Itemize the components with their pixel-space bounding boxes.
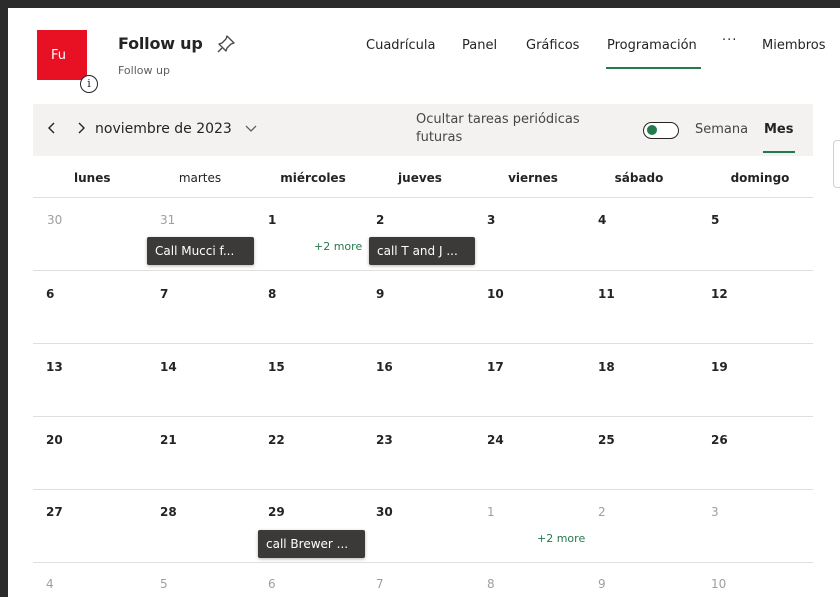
- day-cell[interactable]: 20: [46, 433, 63, 447]
- day-cell[interactable]: 29: [268, 505, 285, 519]
- tab-programacion[interactable]: Programación: [607, 38, 697, 53]
- day-cell[interactable]: 26: [711, 433, 728, 447]
- day-cell[interactable]: 9: [376, 287, 384, 301]
- day-cell[interactable]: 2: [376, 213, 384, 227]
- plan-avatar-initials: Fu: [51, 47, 67, 63]
- plan-subtitle: Follow up: [118, 64, 170, 77]
- week-divider: [33, 197, 813, 198]
- weekday-header: sábado: [614, 171, 664, 185]
- day-cell[interactable]: 6: [46, 287, 54, 301]
- pin-icon[interactable]: [216, 34, 236, 54]
- day-cell[interactable]: 5: [711, 213, 719, 227]
- task-chip[interactable]: Call Mucci f...: [147, 237, 254, 265]
- tab-cuadricula[interactable]: Cuadrícula: [366, 38, 435, 53]
- active-tab-indicator: [606, 67, 701, 69]
- day-cell[interactable]: 24: [487, 433, 504, 447]
- day-cell[interactable]: 11: [598, 287, 615, 301]
- day-cell[interactable]: 1: [487, 505, 495, 519]
- previous-month-icon[interactable]: [45, 120, 59, 136]
- day-cell[interactable]: 31: [160, 213, 175, 227]
- day-cell[interactable]: 10: [711, 577, 726, 591]
- day-cell[interactable]: 4: [598, 213, 606, 227]
- day-cell[interactable]: 15: [268, 360, 285, 374]
- view-week-button[interactable]: Semana: [695, 122, 748, 137]
- day-cell[interactable]: 16: [376, 360, 393, 374]
- chevron-down-icon: [245, 125, 257, 132]
- tab-graficos[interactable]: Gráficos: [526, 38, 579, 53]
- window-frame-top: [0, 0, 840, 8]
- month-selector[interactable]: noviembre de 2023: [95, 121, 258, 137]
- day-cell[interactable]: 1: [268, 213, 276, 227]
- day-cell[interactable]: 30: [47, 213, 62, 227]
- weekday-header: martes: [178, 171, 222, 185]
- day-cell[interactable]: 6: [268, 577, 276, 591]
- day-cell[interactable]: 28: [160, 505, 177, 519]
- weekday-header: jueves: [398, 171, 442, 185]
- more-tabs-button[interactable]: ···: [722, 33, 737, 48]
- week-divider: [33, 416, 813, 417]
- day-cell[interactable]: 7: [376, 577, 384, 591]
- day-cell[interactable]: 7: [160, 287, 168, 301]
- more-tasks-link[interactable]: +2 more: [314, 240, 362, 253]
- day-cell[interactable]: 19: [711, 360, 728, 374]
- plan-avatar[interactable]: Fu: [37, 30, 87, 80]
- day-cell[interactable]: 8: [268, 287, 276, 301]
- week-divider: [33, 562, 813, 563]
- day-cell[interactable]: 14: [160, 360, 177, 374]
- next-month-icon[interactable]: [74, 120, 88, 136]
- day-cell[interactable]: 4: [46, 577, 54, 591]
- weekday-header: lunes: [74, 171, 111, 185]
- day-cell[interactable]: 22: [268, 433, 285, 447]
- hide-recurring-toggle[interactable]: [643, 122, 679, 139]
- more-tasks-link[interactable]: +2 more: [537, 532, 585, 545]
- view-month-button[interactable]: Mes: [764, 122, 794, 137]
- day-cell[interactable]: 9: [598, 577, 606, 591]
- window-frame-left: [0, 0, 8, 597]
- active-view-indicator: [763, 151, 795, 153]
- toggle-knob: [647, 125, 657, 135]
- month-label: noviembre de 2023: [95, 121, 232, 137]
- week-divider: [33, 343, 813, 344]
- day-cell[interactable]: 3: [711, 505, 719, 519]
- weekday-header: viernes: [508, 171, 558, 185]
- day-cell[interactable]: 3: [487, 213, 495, 227]
- weekday-header: domingo: [730, 171, 790, 185]
- day-cell[interactable]: 23: [376, 433, 393, 447]
- week-divider: [33, 270, 813, 271]
- plan-title: Follow up: [118, 34, 203, 53]
- day-cell[interactable]: 13: [46, 360, 63, 374]
- day-cell[interactable]: 27: [46, 505, 63, 519]
- day-cell[interactable]: 21: [160, 433, 177, 447]
- day-cell[interactable]: 18: [598, 360, 615, 374]
- task-chip[interactable]: call T and J ...: [369, 237, 475, 265]
- tab-panel[interactable]: Panel: [462, 38, 497, 53]
- hide-recurring-label: Ocultar tareas periódicas futuras: [416, 112, 580, 145]
- info-icon[interactable]: i: [80, 75, 98, 93]
- week-divider: [33, 489, 813, 490]
- day-cell[interactable]: 17: [487, 360, 504, 374]
- day-cell[interactable]: 25: [598, 433, 615, 447]
- day-cell[interactable]: 8: [487, 577, 495, 591]
- day-cell[interactable]: 5: [160, 577, 168, 591]
- task-chip[interactable]: call Brewer ...: [258, 530, 365, 558]
- weekday-header: miércoles: [280, 171, 346, 185]
- day-cell[interactable]: 30: [376, 505, 393, 519]
- day-cell[interactable]: 12: [711, 287, 728, 301]
- day-cell[interactable]: 10: [487, 287, 504, 301]
- tab-miembros[interactable]: Miembros: [762, 38, 826, 53]
- side-panel-edge: [833, 140, 840, 188]
- day-cell[interactable]: 2: [598, 505, 606, 519]
